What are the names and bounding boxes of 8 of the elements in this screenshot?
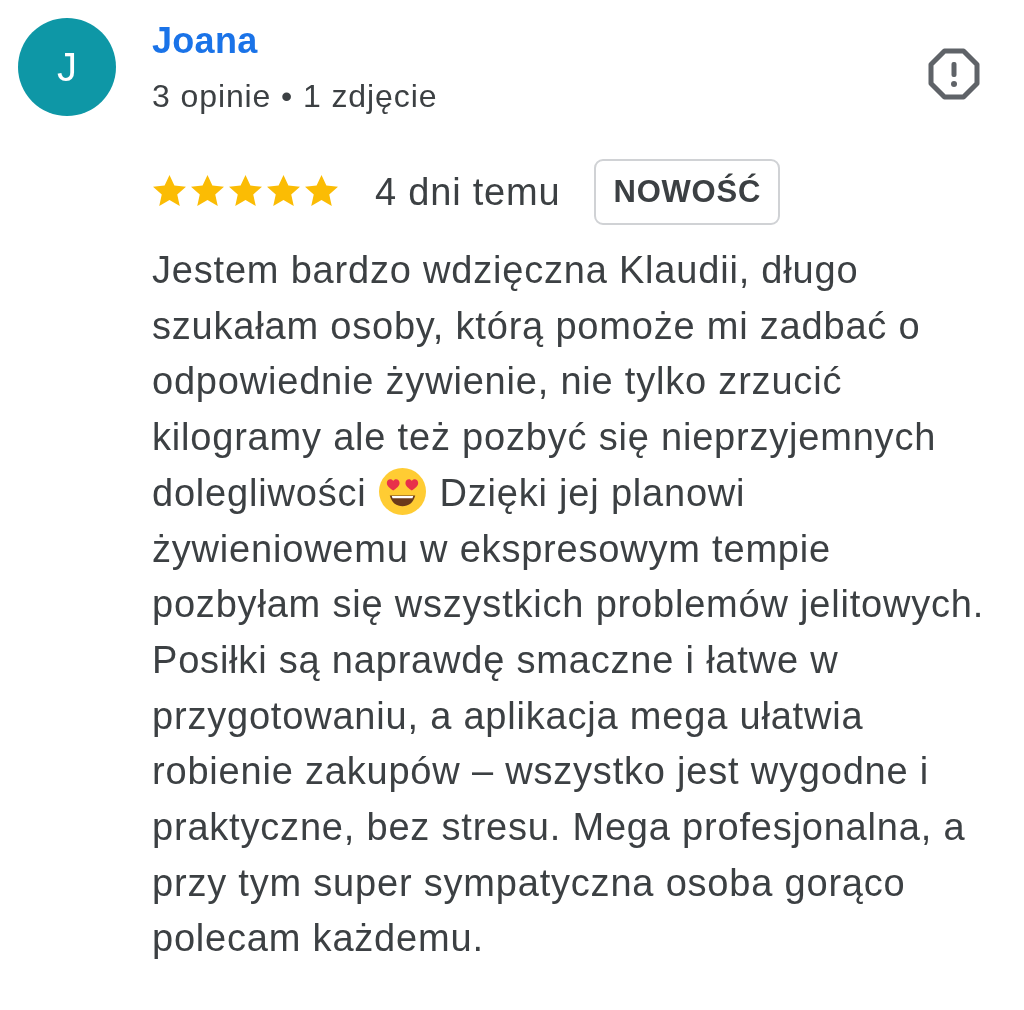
report-alert-octagon-icon[interactable] (928, 48, 980, 100)
avatar: J (18, 18, 116, 116)
reviewer-stats: 3 opinie • 1 zdjęcie (152, 77, 438, 116)
heart-eyes-emoji-icon (379, 467, 427, 515)
reviewer-name-link[interactable]: Joana (152, 23, 258, 59)
review-time: 4 dni temu (375, 170, 561, 214)
review-text: Jestem bardzo wdzięczna Klaudii, długo szukałam osoby, którą pomoże mi zadbać o odpowiednie żywienie, nie tylko zrzucić kilogramy ale też pozbyć się nieprzyjemnych dolegliwości Dzięki jej planowi żywieniowemu w ekspresowym tempie pozbyłam się wszystkich problemów jelitowych. Posiłki są naprawdę smaczne i łatwe w przygotowaniu, a aplikacja mega ułatwia robienie zakupów – wszystko jest wygodne i praktyczne, bez stresu. Mega profesjonalna, a przy tym super sympatyczna osoba gorąco polecam każdemu. (152, 248, 986, 962)
new-badge: NOWOŚĆ (594, 159, 781, 225)
